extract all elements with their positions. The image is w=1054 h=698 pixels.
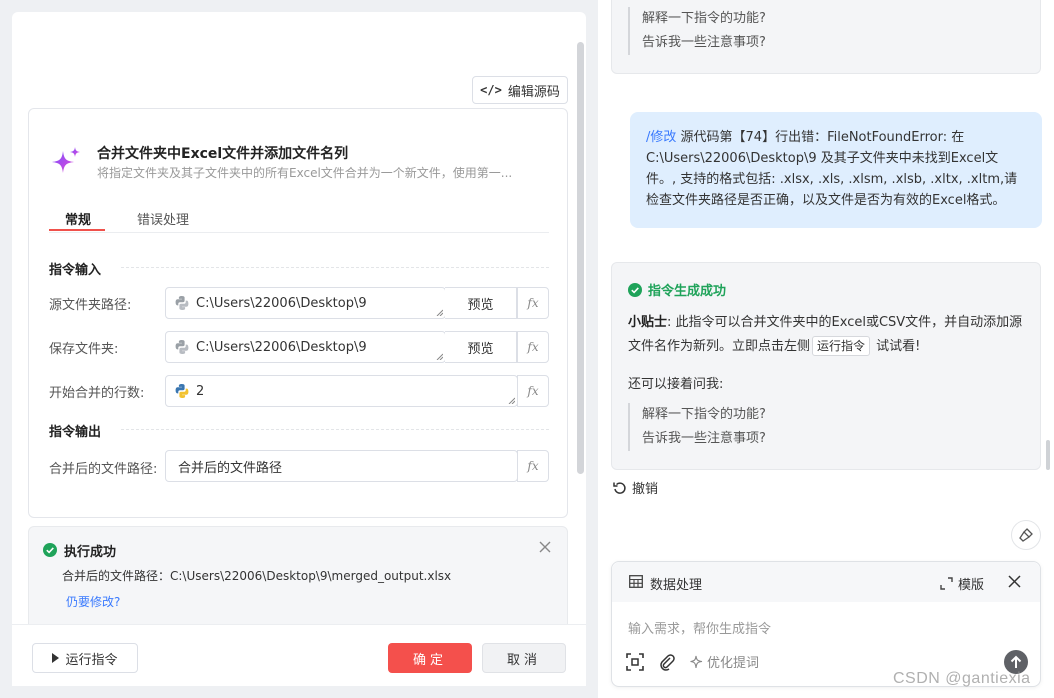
optimize-prompt-button[interactable]: 优化提词: [690, 652, 759, 671]
reply-status: 指令生成成功: [628, 280, 726, 299]
source-folder-preview-button[interactable]: 预览: [445, 287, 517, 319]
run-command-button[interactable]: 运行指令: [32, 643, 138, 673]
start-row-input[interactable]: 2: [165, 375, 518, 407]
expand-icon: [940, 577, 953, 590]
tip-text-end: 试试看!: [872, 339, 921, 354]
chat-input-card: 数据处理 模版 输入需求，帮你生成指令 优化提词: [611, 561, 1041, 687]
modify-command-tag: /修改: [646, 130, 677, 145]
execution-result-card: 执行成功 合并后的文件路径：C:\Users\22006\Desktop\9\m…: [28, 526, 568, 636]
chat-scrollbar[interactable]: [1046, 440, 1050, 470]
tab-general[interactable]: 常规: [65, 209, 91, 228]
tip-label: 小贴士: [628, 315, 668, 330]
save-folder-preview-button[interactable]: 预览: [445, 331, 517, 363]
save-folder-input[interactable]: C:\Users\22006\Desktop\9: [165, 331, 446, 363]
success-check-icon: [43, 543, 57, 557]
output-path-label: 合并后的文件路径:: [49, 462, 158, 477]
sparkle-icon: [52, 147, 80, 173]
suggestion-list: 解释一下指令的功能? 告诉我一些注意事项?: [628, 403, 766, 451]
code-icon: </>: [480, 83, 502, 97]
run-command-label: 运行指令: [65, 652, 118, 668]
left-scrollbar[interactable]: [577, 42, 584, 474]
start-row-label: 开始合并的行数:: [49, 386, 145, 401]
chat-input[interactable]: 输入需求，帮你生成指令: [628, 618, 771, 637]
source-folder-label: 源文件夹路径:: [49, 298, 132, 313]
user-message-bubble: /修改 源代码第【74】行出错：FileNotFoundError: 在 C:\…: [630, 112, 1042, 228]
clear-chat-button[interactable]: [1011, 520, 1041, 550]
input-section-title: 指令输入: [49, 263, 102, 278]
optimize-label: 优化提词: [707, 656, 760, 671]
close-icon[interactable]: [1008, 575, 1021, 588]
resize-handle-icon[interactable]: [436, 353, 443, 360]
edit-source-label: 编辑源码: [507, 84, 560, 100]
suggestion-item[interactable]: 告诉我一些注意事项?: [642, 427, 766, 451]
start-row-value: 2: [196, 383, 205, 399]
cancel-button[interactable]: 取消: [482, 643, 566, 673]
reply-status-text: 指令生成成功: [648, 284, 727, 299]
suggestion-item[interactable]: 解释一下指令的功能?: [642, 403, 766, 427]
result-path: 合并后的文件路径：C:\Users\22006\Desktop\9\merged…: [62, 569, 452, 583]
mode-label: 数据处理: [650, 578, 703, 593]
suggestion-item[interactable]: 告诉我一些注意事项?: [642, 31, 766, 55]
output-section-title: 指令输出: [49, 425, 102, 440]
input-toolbar: 优化提词: [626, 652, 759, 671]
tab-error-handling[interactable]: 错误处理: [137, 209, 189, 228]
close-icon[interactable]: [539, 541, 551, 553]
section-divider: [121, 267, 549, 268]
result-title: 执行成功: [64, 545, 117, 560]
user-message-text: 源代码第【74】行出错：FileNotFoundError: 在 C:\User…: [646, 130, 1018, 208]
brush-icon: [1019, 528, 1033, 542]
ask-more-label: 还可以接着问我:: [628, 377, 724, 392]
source-folder-value: C:\Users\22006\Desktop\9: [196, 295, 367, 311]
section-divider: [121, 429, 549, 430]
python-icon: [175, 340, 189, 354]
screenshot-icon[interactable]: [626, 652, 644, 671]
source-folder-fx-button[interactable]: fx: [517, 287, 549, 319]
command-description: 将指定文件夹及其子文件夹中的所有Excel文件合并为一个新文件，使用第一...: [97, 166, 513, 180]
success-check-icon: [628, 282, 642, 297]
chat-panel: 解释一下指令的功能? 告诉我一些注意事项? /修改 源代码第【74】行出错：Fi…: [598, 0, 1054, 698]
command-title: 合并文件夹中Excel文件并添加文件名列: [97, 146, 349, 162]
sparkle-icon: [690, 655, 703, 668]
attachment-icon[interactable]: [658, 653, 676, 671]
undo-button[interactable]: 撤销: [612, 478, 658, 497]
arrow-up-icon: [1010, 655, 1022, 668]
tab-bar: 常规 错误处理: [49, 207, 549, 233]
command-card: 合并文件夹中Excel文件并添加文件名列 将指定文件夹及其子文件夹中的所有Exc…: [28, 108, 568, 518]
assistant-reply-card: 指令生成成功 小贴士: 此指令可以合并文件夹中的Excel或CSV文件，并自动添…: [611, 262, 1041, 470]
edit-source-button[interactable]: </> 编辑源码: [472, 76, 568, 104]
output-path-value: 合并后的文件路径: [178, 460, 283, 476]
watermark: CSDN @gantiexia: [893, 670, 1031, 687]
python-icon: [175, 384, 189, 398]
resize-handle-icon[interactable]: [508, 397, 515, 404]
table-icon: [629, 575, 643, 588]
input-header: 数据处理 模版: [612, 562, 1040, 602]
template-button[interactable]: 模版: [940, 574, 984, 593]
python-icon: [175, 296, 189, 310]
footer-bar: 运行指令 确定 取消: [12, 624, 586, 686]
suggestion-item[interactable]: 解释一下指令的功能?: [642, 7, 766, 31]
output-path-fx-button[interactable]: fx: [517, 450, 549, 482]
start-row-fx-button[interactable]: fx: [517, 375, 549, 407]
active-tab-indicator: [49, 229, 105, 231]
reply-tip: 小贴士: 此指令可以合并文件夹中的Excel或CSV文件，并自动添加源文件名作为…: [628, 311, 1028, 359]
confirm-button[interactable]: 确定: [388, 643, 472, 673]
play-icon: [52, 653, 60, 663]
output-path-input[interactable]: 合并后的文件路径: [165, 450, 518, 482]
save-folder-fx-button[interactable]: fx: [517, 331, 549, 363]
run-command-chip[interactable]: 运行指令: [812, 336, 871, 356]
source-folder-input[interactable]: C:\Users\22006\Desktop\9: [165, 287, 446, 319]
still-modify-link[interactable]: 仍要修改?: [66, 593, 120, 610]
previous-reply-card: 解释一下指令的功能? 告诉我一些注意事项?: [611, 0, 1041, 74]
save-folder-label: 保存文件夹:: [49, 342, 119, 357]
undo-icon: [613, 481, 626, 494]
template-label: 模版: [958, 578, 985, 593]
suggestion-list: 解释一下指令的功能? 告诉我一些注意事项?: [628, 7, 766, 55]
undo-label: 撤销: [632, 482, 659, 497]
resize-handle-icon[interactable]: [436, 309, 443, 316]
save-folder-value: C:\Users\22006\Desktop\9: [196, 339, 367, 355]
